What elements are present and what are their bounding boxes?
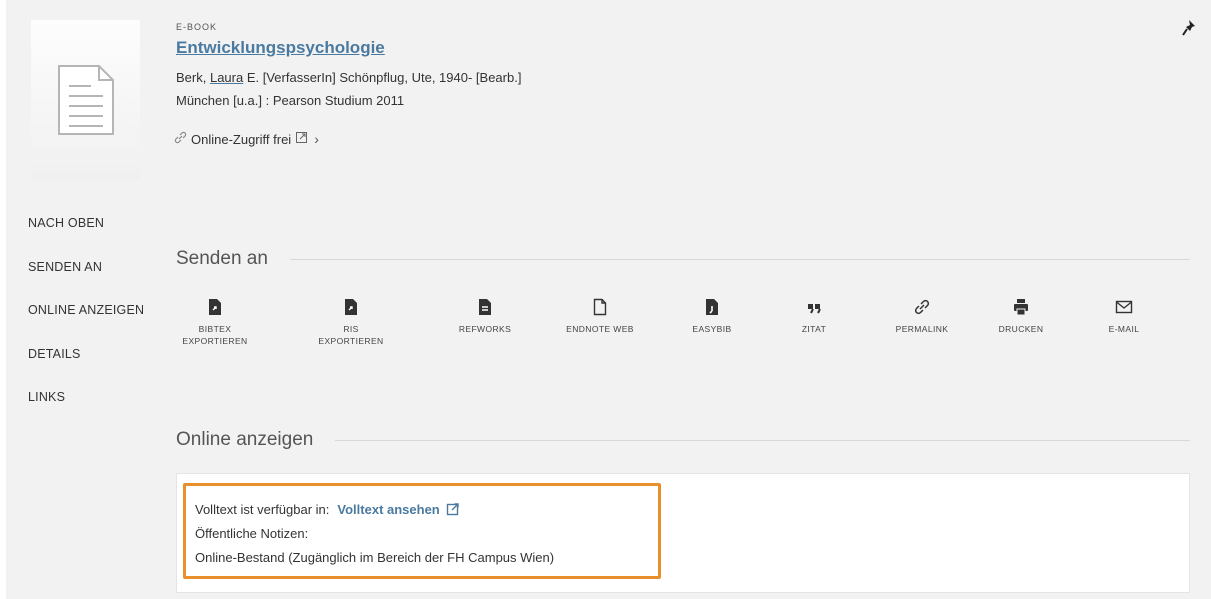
divider (289, 258, 1190, 260)
author-suffix: E. [VerfasserIn] Schönpflug, Ute, 1940- … (243, 70, 522, 85)
quote-icon (808, 304, 821, 314)
action-label: REFWORKS (458, 324, 512, 334)
printer-icon (1014, 299, 1028, 316)
action-label: EASYBIB (692, 324, 732, 334)
record-authors: Berk, Laura E. [VerfasserIn] Schönpflug,… (176, 70, 521, 85)
action-label: PERMALINK (895, 324, 949, 334)
record-publisher: München [u.a.] : Pearson Studium 2011 (176, 93, 405, 108)
fulltext-label: Volltext ist verfügbar in: (195, 501, 330, 517)
fulltext-row: Volltext ist verfügbar in: Volltext anse… (195, 497, 554, 521)
thumbnail[interactable] (31, 20, 140, 180)
record-type: E-BOOK (176, 22, 218, 32)
action-bibtex[interactable]: BIBTEX EXPORTIEREN (175, 298, 255, 347)
pin-icon[interactable] (1180, 18, 1200, 38)
author-prefix: Berk, (176, 70, 210, 85)
file-easybib-icon (706, 299, 718, 315)
link-icon (174, 131, 187, 147)
action-label: ENDNOTE WEB (566, 324, 634, 334)
holding-row: Online-Bestand (Zugänglich im Bereich de… (195, 549, 555, 565)
external-link-icon (446, 503, 459, 516)
record-title[interactable]: Entwicklungspsychologie (176, 38, 385, 58)
fulltext-link-label: Volltext ansehen (337, 501, 440, 517)
send-to-heading: Senden an (176, 248, 1190, 270)
action-endnote[interactable]: ENDNOTE WEB (560, 298, 640, 335)
chevron-right-icon: › (314, 131, 319, 147)
divider (335, 439, 1190, 441)
action-email[interactable]: E-MAIL (1084, 298, 1164, 335)
action-label: DRUCKEN (998, 324, 1044, 334)
online-view-content: Volltext ist verfügbar in: Volltext anse… (195, 497, 554, 569)
side-nav: NACH OBEN SENDEN AN ONLINE ANZEIGEN DETA… (28, 216, 168, 434)
action-zitat[interactable]: ZITAT (774, 298, 854, 335)
file-export-icon (345, 299, 357, 315)
file-export-icon (209, 299, 221, 315)
online-access-label: Online-Zugriff frei (191, 131, 292, 147)
public-notes-row: Öffentliche Notizen: (195, 525, 309, 541)
side-nav-item-details[interactable]: DETAILS (28, 347, 168, 391)
send-to-heading-text: Senden an (176, 248, 268, 269)
external-link-icon (295, 131, 308, 147)
action-label: ZITAT (801, 324, 827, 334)
online-access-link[interactable]: Online-Zugriff frei › (174, 131, 319, 147)
side-nav-item-senden-an[interactable]: SENDEN AN (28, 260, 168, 304)
action-refworks[interactable]: REFWORKS (445, 298, 525, 335)
author-link[interactable]: Laura (210, 70, 243, 85)
action-label: E-MAIL (1108, 324, 1140, 334)
send-to-actions: BIBTEX EXPORTIEREN RIS EXPORTIEREN REFWORK… (155, 298, 1165, 368)
action-label: RIS EXPORTIEREN (318, 324, 384, 346)
file-outline-icon (593, 298, 607, 316)
file-text-icon (479, 299, 491, 315)
mail-icon (1115, 300, 1133, 314)
action-permalink[interactable]: PERMALINK (882, 298, 962, 335)
action-ris[interactable]: RIS EXPORTIEREN (311, 298, 391, 347)
online-view-heading-text: Online anzeigen (176, 429, 314, 450)
action-easybib[interactable]: EASYBIB (672, 298, 752, 335)
fulltext-link[interactable]: Volltext ansehen (337, 502, 459, 517)
side-nav-item-online-anzeigen[interactable]: ONLINE ANZEIGEN (28, 303, 168, 347)
online-view-heading: Online anzeigen (176, 429, 1190, 451)
action-label: BIBTEX EXPORTIEREN (182, 324, 248, 346)
document-icon (57, 65, 114, 135)
side-nav-item-nach-oben[interactable]: NACH OBEN (28, 216, 168, 260)
action-drucken[interactable]: DRUCKEN (981, 298, 1061, 335)
link-icon (914, 299, 930, 315)
side-nav-item-links[interactable]: LINKS (28, 390, 168, 434)
